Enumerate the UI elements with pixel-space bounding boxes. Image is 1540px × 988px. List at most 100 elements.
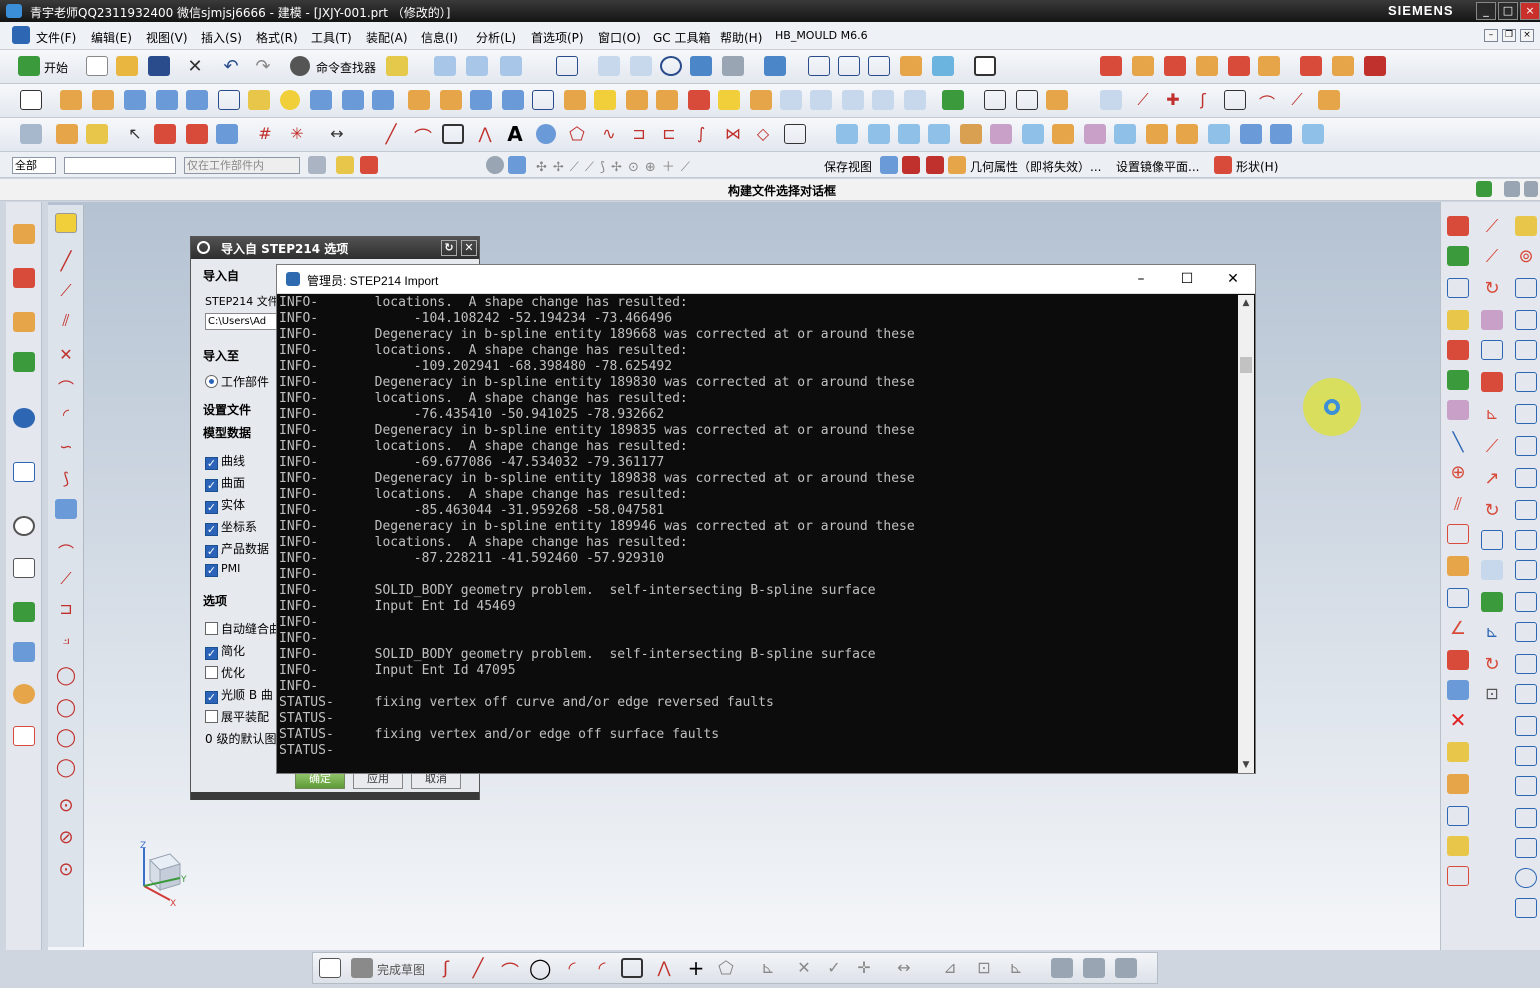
filter-tool-icon-3[interactable] [360, 156, 378, 174]
shell-icon[interactable] [626, 90, 648, 110]
save-icon[interactable] [148, 56, 170, 76]
right-tool-43-icon[interactable] [1515, 372, 1537, 392]
sketch-tool-b-icon[interactable] [1083, 958, 1105, 978]
right-tool-28-icon[interactable]: ⊾ [1481, 404, 1503, 424]
gear-icon[interactable] [197, 241, 210, 254]
dialog-close-button[interactable]: ✕ [461, 240, 477, 256]
arc-fillet-icon[interactable]: ⟆ [55, 469, 77, 489]
start-icon[interactable] [18, 56, 40, 76]
synchronous-icon[interactable] [942, 90, 964, 110]
mould-icon-5[interactable] [1228, 56, 1250, 76]
section-settings-file[interactable]: 设置文件 [203, 401, 251, 418]
right-tool-39-icon[interactable]: ⊚ [1515, 246, 1537, 267]
arc-3pt-icon[interactable]: ◜ [55, 405, 77, 425]
surface-icon-14[interactable] [1240, 124, 1262, 144]
dimension-icon[interactable]: ↔ [326, 124, 348, 144]
surface-icon-13[interactable] [1208, 124, 1230, 144]
surface-icon-4[interactable] [928, 124, 950, 144]
surface-icon-1[interactable] [836, 124, 858, 144]
polyline-icon[interactable]: ⋀ [474, 124, 496, 144]
line-icon[interactable]: ╱ [380, 124, 402, 145]
cylinder-icon[interactable] [310, 90, 332, 110]
surface-icon-6[interactable] [990, 124, 1012, 144]
right-tool-16-icon[interactable] [1447, 680, 1469, 700]
curve-tool-icon-5[interactable] [1224, 90, 1246, 110]
menu-view[interactable]: 视图(V) [146, 29, 188, 46]
optimize-checkbox[interactable]: 优化 [205, 664, 245, 681]
view-front-icon[interactable] [808, 56, 830, 76]
resource-bar-icon-3[interactable] [1524, 181, 1538, 197]
right-tool-1-icon[interactable] [1447, 216, 1469, 236]
curve-tool-icon-7[interactable]: ⟋ [1286, 90, 1308, 110]
right-tool-42-icon[interactable] [1515, 340, 1537, 360]
line-tool-icon[interactable]: ╱ [55, 251, 77, 272]
menu-format[interactable]: 格式(R) [256, 29, 298, 46]
surfaces-checkbox[interactable]: ✓ 曲面 [205, 474, 245, 492]
part-navigator-tab-icon[interactable] [13, 312, 35, 332]
right-tool-21-icon[interactable] [1447, 866, 1469, 886]
close-window-button[interactable]: × [1520, 2, 1540, 20]
intersect-curve-icon[interactable]: ⋈ [722, 124, 744, 144]
doc-close-button[interactable]: × [1520, 29, 1534, 42]
right-tool-47-icon[interactable] [1515, 500, 1537, 520]
menu-window[interactable]: 窗口(O) [598, 29, 641, 46]
circle-center-icon[interactable]: ⊙ [55, 795, 77, 816]
sketch-tool-a-icon[interactable] [1051, 958, 1073, 978]
scope-select[interactable]: 仅在工作部件内 [184, 157, 300, 174]
move-face-icon[interactable] [984, 90, 1006, 110]
save-view-label[interactable]: 保存视图 [824, 158, 872, 175]
new-file-icon[interactable] [86, 56, 108, 76]
thicken-icon[interactable] [780, 90, 802, 110]
offset-bottom-icon[interactable]: ⊾ [757, 958, 779, 978]
undo-icon[interactable]: ↶ [220, 56, 242, 77]
unite-icon[interactable] [408, 90, 430, 110]
doc-minimize-button[interactable]: – [1484, 29, 1498, 42]
trim-curve-icon[interactable] [784, 124, 806, 144]
menu-insert[interactable]: 插入(S) [201, 29, 242, 46]
right-tool-8-icon[interactable]: ╲ [1447, 432, 1469, 453]
right-tool-22-icon[interactable]: ⟋ [1481, 216, 1503, 237]
snap-point-icon-1[interactable] [154, 124, 176, 144]
datum-icon[interactable] [56, 124, 78, 144]
right-tool-59-icon[interactable] [1515, 868, 1537, 888]
right-tool-30-icon[interactable]: ↗ [1481, 468, 1503, 489]
delete-x-icon[interactable]: ✕ [1447, 710, 1469, 730]
csys-checkbox[interactable]: ✓ 坐标系 [205, 518, 257, 536]
intersect-icon[interactable] [470, 90, 492, 110]
menu-tools[interactable]: 工具(T) [311, 29, 352, 46]
command-finder-button[interactable]: 命令查找器 [316, 59, 376, 76]
menu-preferences[interactable]: 首选项(P) [531, 29, 584, 46]
polygon-icon[interactable]: ⬠ [566, 124, 588, 145]
right-tool-40-icon[interactable] [1515, 278, 1537, 298]
section-options[interactable]: 选项 [203, 592, 227, 609]
pointer-icon[interactable]: ↖ [124, 124, 146, 144]
right-tool-48-icon[interactable] [1515, 530, 1537, 550]
hd3d-icon[interactable] [13, 408, 35, 428]
trim-body-icon[interactable] [502, 90, 524, 110]
mould-icon-8[interactable] [1332, 56, 1354, 76]
scroll-up-icon[interactable]: ▲ [1238, 295, 1254, 311]
circle-2pt-icon[interactable]: ◯ [55, 697, 77, 718]
right-tool-32-icon[interactable] [1481, 530, 1503, 550]
pattern-icon[interactable] [718, 90, 740, 110]
mould-icon-6[interactable] [1258, 56, 1280, 76]
right-tool-26-icon[interactable] [1481, 340, 1503, 360]
circle-radius-icon[interactable]: ⊘ [55, 827, 77, 848]
maximize-button[interactable]: □ [1498, 2, 1518, 20]
right-tool-15-icon[interactable] [1447, 650, 1469, 670]
curve-tool-d-icon[interactable]: ⟓ [55, 629, 77, 649]
surface-icon-15[interactable] [1270, 124, 1292, 144]
system-materials-icon[interactable] [13, 558, 35, 578]
curve-tool-a-icon[interactable]: ⌒ [55, 539, 77, 562]
flatten-assembly-checkbox[interactable]: 展平装配 [205, 708, 269, 725]
fillet-bottom-icon[interactable]: ◜ [561, 958, 583, 979]
fit-view-icon[interactable] [556, 56, 578, 76]
system-scenes-icon[interactable] [13, 726, 35, 746]
mould-icon-9[interactable] [1364, 56, 1386, 76]
right-tool-2-icon[interactable] [1447, 246, 1469, 266]
boss-icon[interactable] [156, 90, 178, 110]
rectangle-tool-icon[interactable] [55, 499, 77, 519]
arc-tool-icon[interactable]: ⌒ [55, 375, 77, 398]
web-browser-icon[interactable] [13, 462, 35, 482]
text-icon[interactable]: A [504, 124, 526, 144]
